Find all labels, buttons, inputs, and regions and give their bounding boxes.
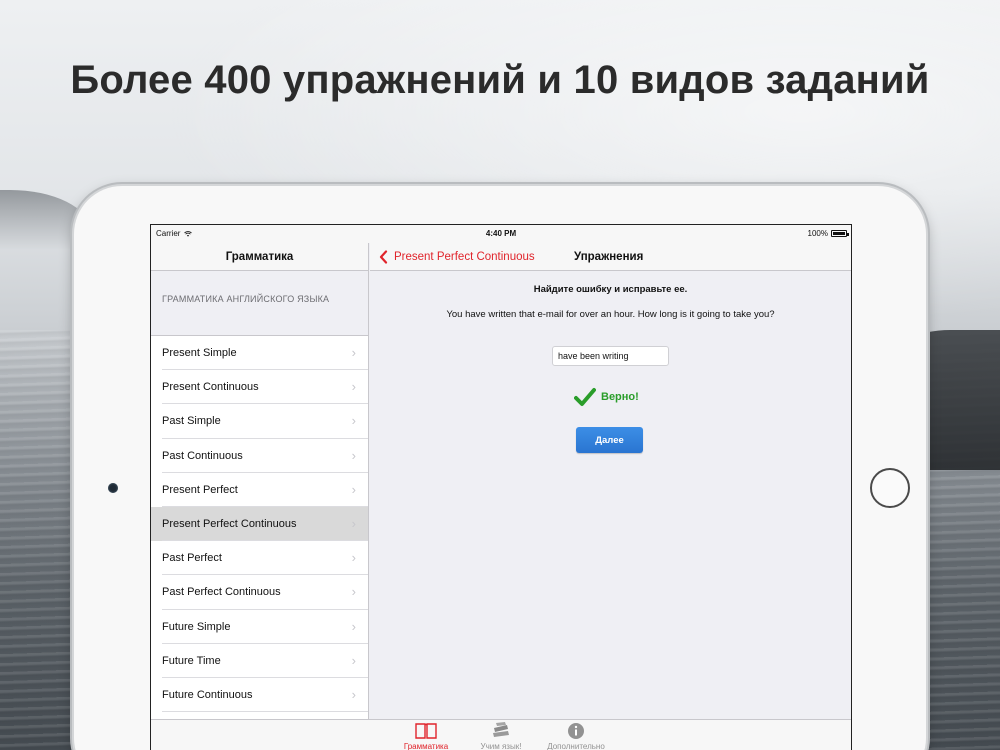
topic-label: Past Perfect [162,552,222,565]
result-text: Верно! [601,391,639,403]
exercise-instruction: Найдите ошибку и исправьте ее. [533,284,688,295]
topic-list: Present Simple › Present Continuous › Past S… [151,335,368,747]
tab-bar: Грамматика Учим язык! Дополнительно [151,719,851,750]
camera-icon [108,483,118,493]
chevron-right-icon: › [351,652,356,668]
topic-list-item[interactable]: Past Perfect › [151,541,368,576]
book-icon [415,723,437,739]
books-stack-icon [493,722,509,737]
tab-additional[interactable]: Дополнительно [541,722,611,750]
battery-icon [831,230,849,237]
exercise-sentence: You have written that e-mail for over an… [446,309,775,320]
chevron-right-icon: › [351,481,356,497]
topic-list-item[interactable]: Present Continuous › [151,370,368,405]
topic-list-item[interactable]: Present Simple › [151,336,368,371]
status-battery: 100% [807,229,849,238]
master-pane: Грамматика ГРАММАТИКА АНГЛИЙСКОГО ЯЗЫКА … [151,243,369,747]
promo-headline: Более 400 упражнений и 10 видов заданий [70,58,930,102]
topic-label: Past Simple [162,415,221,428]
chevron-right-icon: › [351,584,356,600]
chevron-right-icon: › [351,618,356,634]
topic-list-item[interactable]: Future Time › [151,643,368,679]
topic-label: Future Time [162,654,221,667]
tab-label: Грамматика [403,742,449,750]
topic-label: Future Simple [162,620,231,633]
master-nav-title: Грамматика [151,243,368,271]
topic-list-item[interactable]: Present Perfect › [151,472,368,508]
topic-list-item[interactable]: Future Continuous › [151,677,368,713]
chevron-right-icon: › [351,379,356,395]
result-feedback: Верно! [574,387,639,407]
chevron-right-icon: › [351,550,356,566]
chevron-left-icon [379,250,388,264]
topic-label: Present Simple [162,347,237,359]
ipad-screen: Carrier 4:40 PM 100% Грамматика ГРАММАТИ… [150,224,852,750]
tab-label: Дополнительно [547,742,605,750]
topic-label: Past Continuous [162,449,243,462]
topic-label: Future Continuous [162,688,253,701]
chevron-right-icon: › [351,447,356,463]
topic-list-item[interactable]: Past Perfect Continuous › [151,575,368,610]
topic-label: Present Perfect [162,483,238,496]
chevron-right-icon: › [351,515,356,531]
topic-list-item[interactable]: Past Simple › [151,404,368,439]
back-label: Present Perfect Continuous [394,251,535,263]
chevron-right-icon: › [351,345,356,360]
chevron-right-icon: › [351,413,356,429]
topic-list-item[interactable]: Present Perfect Continuous › [151,506,368,542]
status-time: 4:40 PM [485,229,517,238]
topic-label: Past Perfect Continuous [162,586,281,599]
checkmark-icon [574,388,596,406]
topic-label: Present Perfect Continuous [162,517,297,530]
topic-label: Present Continuous [162,381,259,394]
chevron-right-icon: › [351,686,356,702]
topic-list-item[interactable]: Future Simple › [151,609,368,644]
tab-learn-language[interactable]: Учим язык! [466,722,536,750]
section-header: ГРАММАТИКА АНГЛИЙСКОГО ЯЗЫКА [162,294,330,304]
detail-nav-title: Упражнения [574,251,644,263]
tab-label: Учим язык! [480,742,522,750]
back-button[interactable]: Present Perfect Continuous [378,243,535,271]
battery-percent: 100% [807,229,828,238]
next-button[interactable]: Далее [576,427,643,453]
status-bar: Carrier 4:40 PM 100% [151,225,851,243]
info-icon [568,723,584,739]
topic-list-item[interactable]: Past Continuous › [151,438,368,473]
tab-grammar[interactable]: Грамматика [391,722,461,750]
detail-nav-bar: Present Perfect Continuous Упражнения [370,243,851,271]
answer-input[interactable] [552,346,669,366]
home-button[interactable] [870,468,910,508]
